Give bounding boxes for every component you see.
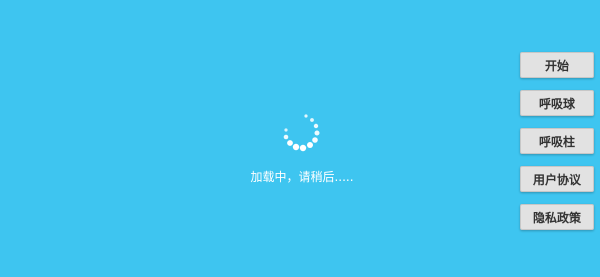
user-agreement-button[interactable]: 用户协议 [520, 166, 594, 192]
side-menu: 开始 呼吸球 呼吸柱 用户协议 隐私政策 [520, 52, 594, 230]
app-screen: 加载中，请稍后..... 开始 呼吸球 呼吸柱 用户协议 隐私政策 [0, 0, 600, 277]
privacy-policy-button[interactable]: 隐私政策 [520, 204, 594, 230]
loading-spinner-icon [283, 114, 320, 152]
loading-message: 加载中，请稍后..... [250, 170, 354, 184]
breathing-column-button[interactable]: 呼吸柱 [520, 128, 594, 154]
breathing-ball-button[interactable]: 呼吸球 [520, 90, 594, 116]
start-button[interactable]: 开始 [520, 52, 594, 78]
